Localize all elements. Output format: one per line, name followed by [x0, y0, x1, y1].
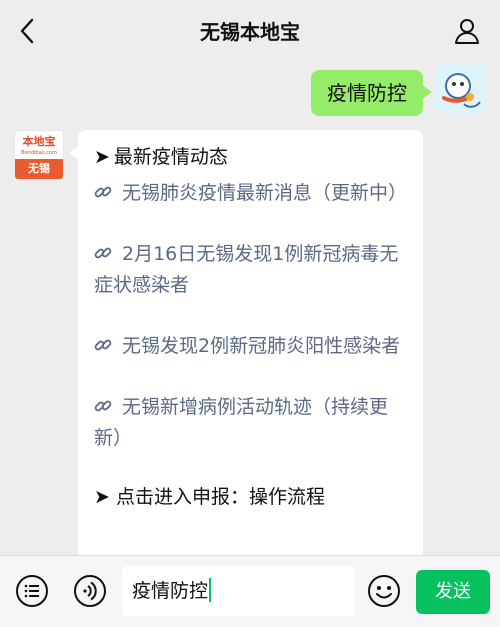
news-link-text: 无锡肺炎疫情最新消息（更新中）	[122, 182, 408, 204]
message-heading: ➤ 最新疫情动态	[94, 144, 407, 170]
logo-text-cn: 本地宝	[22, 135, 56, 148]
user-message-bubble[interactable]: 疫情防控	[311, 70, 432, 116]
logo-city: 无锡	[15, 159, 63, 179]
user-avatar[interactable]	[436, 64, 486, 114]
send-button[interactable]: 发送	[416, 570, 490, 614]
menu-button[interactable]	[14, 573, 50, 609]
news-link-text: 无锡新增病例活动轨迹（持续更新）	[94, 396, 389, 449]
input-text: 疫情防控	[132, 580, 209, 602]
news-link[interactable]: 2月16日无锡发现1例新冠病毒无症状感染者	[94, 239, 407, 301]
bot-message-bubble: ➤ 最新疫情动态 无锡肺炎疫情最新消息（更新中） 2月16日无锡发现1例新冠病毒无…	[69, 130, 423, 555]
emoji-button[interactable]	[366, 573, 402, 609]
input-bar: 疫情防控 发送	[0, 555, 500, 627]
link-icon	[94, 400, 112, 412]
partial-line[interactable]: ➤ 点击进入申报：操作流程	[94, 484, 407, 510]
nav-bar: 无锡本地宝	[0, 0, 500, 64]
person-icon	[455, 19, 479, 44]
chat-area[interactable]: 疫情防控 本地宝 Bendibao.com 无锡 ➤ 最新疫情动态 无锡肺炎疫情最…	[0, 64, 500, 555]
bot-avatar[interactable]: 本地宝 Bendibao.com 无锡	[14, 130, 64, 180]
list-icon	[16, 575, 48, 607]
avatar-image	[436, 64, 486, 114]
link-icon	[94, 186, 112, 198]
voice-icon	[74, 575, 106, 607]
text-caret	[209, 578, 212, 602]
chevron-left-icon	[20, 18, 34, 44]
arrow-icon: ➤	[94, 146, 110, 168]
news-link-text: 无锡发现2例新冠肺炎阳性感染者	[122, 335, 401, 357]
heading-text: 最新疫情动态	[113, 146, 228, 168]
voice-button[interactable]	[72, 573, 108, 609]
link-icon	[94, 247, 112, 259]
message-input[interactable]: 疫情防控	[122, 566, 355, 616]
link-icon	[94, 339, 112, 351]
news-link[interactable]: 无锡新增病例活动轨迹（持续更新）	[94, 392, 407, 454]
back-button[interactable]	[10, 14, 44, 48]
page-title: 无锡本地宝	[200, 20, 300, 44]
emoji-icon	[368, 575, 400, 607]
profile-button[interactable]	[450, 14, 484, 48]
news-link-text: 2月16日无锡发现1例新冠病毒无症状感染者	[94, 243, 399, 296]
bendibao-logo: 本地宝 Bendibao.com	[15, 131, 63, 161]
news-link[interactable]: 无锡发现2例新冠肺炎阳性感染者	[94, 331, 407, 362]
news-link[interactable]: 无锡肺炎疫情最新消息（更新中）	[94, 178, 407, 209]
logo-text-en: Bendibao.com	[21, 150, 57, 156]
